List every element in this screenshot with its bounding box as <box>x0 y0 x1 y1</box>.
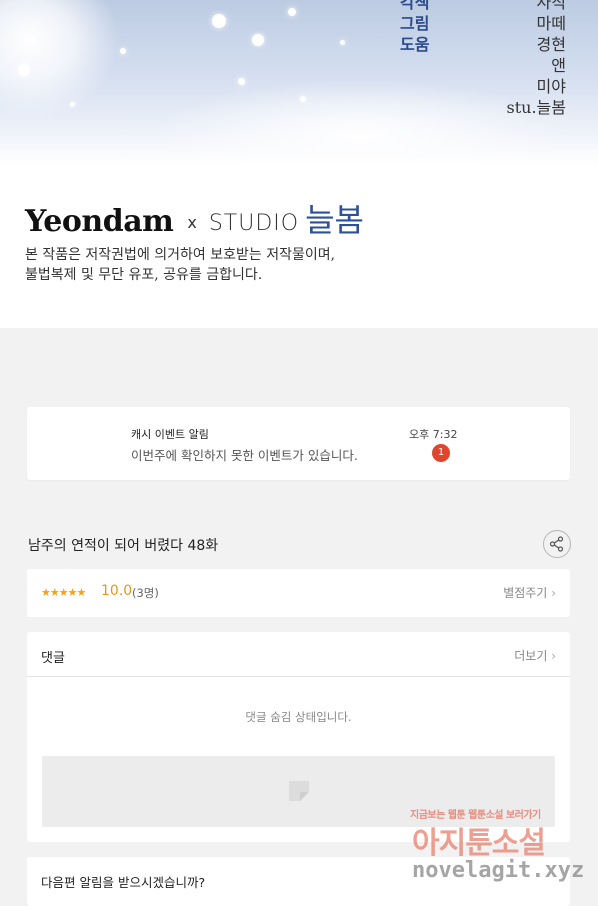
episode-end-artwork: 각색 그림 도움 사직 마떼 경현 앤 미야 stu.늘봄 Yeondam x … <box>0 0 598 328</box>
rate-button[interactable]: 별점주기 › <box>503 584 556 601</box>
rating-count: (3명) <box>132 586 159 600</box>
snowflake <box>70 102 75 107</box>
comments-more-label: 더보기 <box>514 649 548 663</box>
snowflake <box>212 14 226 28</box>
comments-header: 댓글 더보기 › <box>27 632 570 677</box>
credit-roles: 각색 그림 도움 <box>400 0 440 55</box>
credit-name: 경현 <box>536 35 566 54</box>
snowflake <box>300 96 306 102</box>
snowflake <box>340 40 345 45</box>
comments-hidden-message: 댓글 숨김 상태입니다. <box>245 710 352 724</box>
credit-role: 그림 <box>400 14 430 33</box>
logo-cross: x <box>187 213 197 232</box>
snowflake <box>288 8 296 16</box>
snowflake <box>18 64 30 76</box>
publisher-logo: Yeondam x STUDIO 늘봄 <box>25 196 364 240</box>
credit-name: stu.늘봄 <box>506 98 566 117</box>
episode-title: 남주의 연적이 되어 버렸다 48화 <box>28 538 219 554</box>
studio-name: 늘봄 <box>305 201 364 239</box>
chevron-right-icon: › <box>551 586 556 600</box>
notification-message: 이번주에 확인하지 못한 이벤트가 있습니다. <box>131 448 358 463</box>
rating-card: ★★★★★ 10.0 (3명) 별점주기 › <box>27 569 570 617</box>
comments-more-button[interactable]: 더보기 › <box>514 647 556 664</box>
cash-event-notification[interactable]: 캐시 이벤트 알림 이번주에 확인하지 못한 이벤트가 있습니다. 오후 7:3… <box>27 407 570 480</box>
comments-card: 댓글 더보기 › 댓글 숨김 상태입니다. <box>27 632 570 842</box>
credit-name: 앤 <box>551 56 566 75</box>
rate-button-label: 별점주기 <box>503 586 548 600</box>
copyright-notice: 본 작품은 저작권법에 의거하여 보호받는 저작물이며, 불법복제 및 무단 유… <box>25 245 445 285</box>
comment-input-box[interactable] <box>42 756 555 827</box>
chevron-right-icon: › <box>551 649 556 663</box>
share-icon <box>549 536 564 552</box>
credit-name: 마떼 <box>536 14 566 33</box>
copyright-line: 불법복제 및 무단 유포, 공유를 금합니다. <box>25 267 263 283</box>
notification-title: 캐시 이벤트 알림 <box>131 428 209 441</box>
rating-score: 10.0 <box>101 583 133 599</box>
share-button[interactable] <box>543 530 571 558</box>
comments-title: 댓글 <box>41 651 65 666</box>
next-episode-question: 다음편 알림을 받으시겠습니까? <box>41 875 206 890</box>
credit-names: 사직 마떼 경현 앤 미야 stu.늘봄 <box>446 0 566 118</box>
notification-badge: 1 <box>432 444 450 462</box>
snowflake <box>238 78 245 85</box>
snowflake <box>252 34 264 46</box>
star-rating-icon: ★★★★★ <box>41 586 86 599</box>
credit-role: 각색 <box>400 0 430 12</box>
yeondam-logo: Yeondam <box>25 204 174 239</box>
next-episode-notice[interactable]: 다음편 알림을 받으시겠습니까? <box>27 857 570 906</box>
credit-name: 미야 <box>536 77 566 96</box>
notification-time: 오후 7:32 <box>409 428 458 441</box>
credit-name: 사직 <box>536 0 566 12</box>
studio-word: STUDIO <box>208 211 300 236</box>
snowflake <box>120 48 126 54</box>
copyright-line: 본 작품은 저작권법에 의거하여 보호받는 저작물이며, <box>25 247 336 263</box>
credit-role: 도움 <box>400 35 430 54</box>
comment-placeholder-icon <box>289 781 309 801</box>
